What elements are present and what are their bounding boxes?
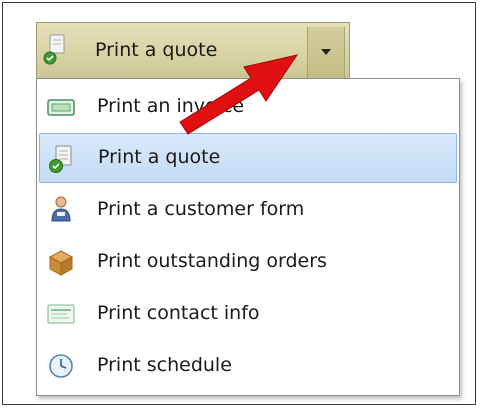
menu-item-print-contact-info[interactable]: Print contact info bbox=[39, 289, 457, 339]
package-icon bbox=[45, 246, 77, 278]
menu-item-print-invoice[interactable]: Print an invoice bbox=[39, 82, 457, 132]
menu-item-print-outstanding-orders[interactable]: Print outstanding orders bbox=[39, 237, 457, 287]
menu-item-print-quote[interactable]: Print a quote bbox=[39, 133, 457, 183]
chevron-down-icon bbox=[321, 49, 331, 55]
menu-item-label: Print outstanding orders bbox=[97, 250, 327, 272]
menu-item-label: Print an invoice bbox=[97, 95, 245, 117]
screenshot-frame: Print a quote Print an invoice Print a q… bbox=[2, 2, 476, 405]
print-quote-button-label: Print a quote bbox=[95, 39, 218, 61]
quote-document-icon bbox=[41, 33, 71, 67]
contact-card-icon bbox=[45, 298, 77, 330]
quote-document-icon bbox=[46, 143, 78, 175]
menu-item-print-schedule[interactable]: Print schedule bbox=[39, 341, 457, 391]
clock-icon bbox=[45, 350, 77, 382]
customer-icon bbox=[45, 194, 77, 226]
invoice-icon bbox=[45, 91, 77, 123]
menu-item-label: Print a quote bbox=[98, 146, 221, 168]
print-split-button: Print a quote bbox=[36, 22, 350, 79]
dropdown-toggle-button[interactable] bbox=[307, 27, 345, 79]
menu-item-label: Print contact info bbox=[97, 302, 260, 324]
menu-item-label: Print a customer form bbox=[97, 198, 305, 220]
print-options-menu: Print an invoice Print a quote Print a c… bbox=[36, 78, 460, 396]
menu-item-print-customer-form[interactable]: Print a customer form bbox=[39, 185, 457, 235]
print-quote-button[interactable]: Print a quote bbox=[37, 23, 305, 79]
menu-item-label: Print schedule bbox=[97, 354, 232, 376]
